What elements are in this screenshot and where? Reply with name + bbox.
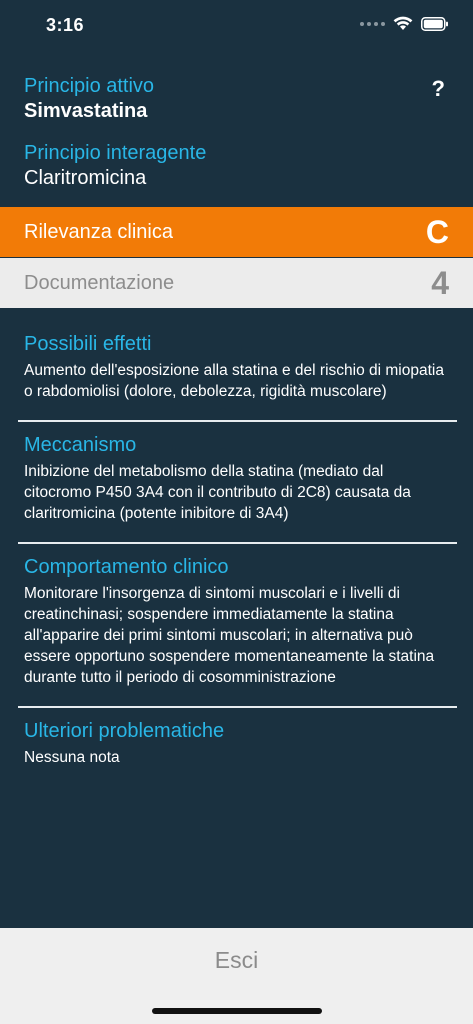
section-title: Ulteriori problematiche [24,720,225,742]
divider [18,706,457,708]
exit-button[interactable]: Esci [0,940,473,980]
status-time: 3:16 [46,15,85,35]
active-ingredient-value: Simvastatina [24,100,148,122]
interacting-ingredient-value: Claritromicina [24,167,147,189]
clinical-relevance-value: C [425,213,449,250]
interacting-ingredient-block: Principio interagente Claritromicina [24,142,449,190]
divider [18,542,457,544]
signal-dots-icon [360,21,385,26]
status-bar: 3:16 [0,0,473,54]
wifi-icon [393,16,413,30]
interacting-ingredient-label: Principio interagente [24,142,207,164]
documentation-row: Documentazione 4 [0,258,473,308]
battery-icon [421,16,448,31]
section-further-issues: Ulteriori problematiche Nessuna nota [24,720,453,786]
section-clinical-behavior: Comportamento clinico Monitorare l'insor… [24,556,453,706]
section-body: Aumento dell'esposizione alla statina e … [24,362,444,400]
active-ingredient-label: Principio attivo [24,75,155,97]
interaction-details: Possibili effetti Aumento dell'esposizio… [18,333,457,786]
section-title: Meccanismo [24,434,137,456]
divider [18,420,457,422]
clinical-relevance-row: Rilevanza clinica C [0,207,473,257]
status-icons [360,16,449,31]
documentation-label: Documentazione [24,271,175,294]
section-title: Possibili effetti [24,333,152,355]
section-body: Monitorare l'insorgenza di sintomi musco… [24,585,435,686]
section-title: Comportamento clinico [24,556,229,578]
home-indicator[interactable] [152,1008,322,1014]
section-possible-effects: Possibili effetti Aumento dell'esposizio… [24,333,453,420]
section-body: Nessuna nota [24,749,120,766]
help-button[interactable]: ? [432,76,445,102]
section-mechanism: Meccanismo Inibizione del metabolismo de… [24,434,453,542]
active-ingredient-block: Principio attivo Simvastatina [24,75,449,123]
documentation-value: 4 [431,264,449,301]
section-body: Inibizione del metabolismo della statina… [24,463,411,522]
clinical-relevance-label: Rilevanza clinica [24,220,173,243]
